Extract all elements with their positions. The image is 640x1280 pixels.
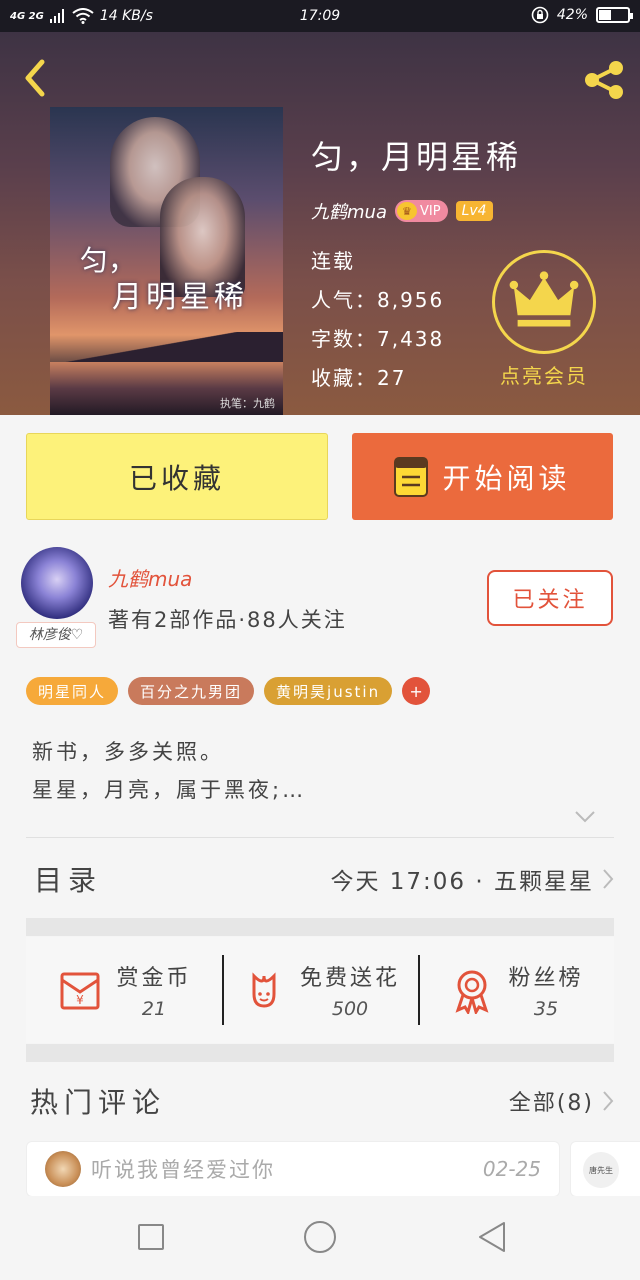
favorites-label: 收藏： — [311, 366, 377, 390]
description-line1: 新书，多多关照。 — [32, 740, 224, 764]
author-row: 九鹤mua ♛ VIP Lv4 — [311, 198, 493, 224]
chevron-down-icon[interactable] — [574, 810, 596, 824]
words-label: 字数： — [311, 327, 377, 351]
flower-icon — [252, 972, 276, 1008]
add-tag-button[interactable]: + — [402, 677, 431, 705]
member-crown-icon[interactable] — [492, 250, 596, 354]
book-title: 匀，月明星稀 — [311, 138, 522, 176]
author-card-name[interactable]: 九鹤mua — [108, 563, 192, 592]
tag-item[interactable]: 百分之九男团 — [128, 677, 255, 705]
avatar-tag: 林彦俊♡ — [16, 622, 96, 648]
author-name[interactable]: 九鹤mua — [311, 198, 387, 224]
tag-item[interactable]: 黄明昊justin — [264, 677, 393, 705]
comment-card[interactable]: 唐先生 — [570, 1141, 640, 1197]
chevron-right-icon — [603, 869, 614, 889]
stat-value: 35 — [533, 998, 559, 1020]
table-of-contents-row[interactable]: 目录 今天 17:06 · 五颗星星 — [26, 840, 614, 918]
level-badge: Lv4 — [455, 201, 493, 221]
back-arrow-icon[interactable] — [18, 54, 54, 102]
stat-value: 500 — [331, 998, 369, 1020]
popularity-label: 人气： — [311, 288, 377, 312]
rotation-lock-icon — [531, 6, 549, 24]
author-card-info: 著有2部作品·88人关注 — [108, 608, 347, 632]
red-envelope-icon: ¥ — [60, 972, 100, 1010]
ribbon-medal-icon — [456, 970, 489, 1014]
battery-icon — [596, 7, 633, 23]
comment-date: 02-25 — [482, 1157, 541, 1181]
system-nav-bar — [0, 1196, 640, 1280]
battery-percent: 42% — [556, 7, 588, 23]
book-header: 匀， 月明星稀 执笔：九鹤 匀，月明星稀 九鹤mua ♛ VIP Lv4 连载 … — [0, 32, 640, 415]
author-avatar[interactable] — [21, 547, 93, 619]
collected-button[interactable]: 已收藏 — [26, 433, 328, 520]
all-comments-label: 全部(8) — [508, 1091, 594, 1116]
section-separator — [26, 918, 614, 936]
toc-latest: 今天 17:06 · 五颗星星 — [330, 862, 614, 896]
book-description: 新书，多多关照。 星星，月亮，属于黑夜;… — [32, 733, 306, 809]
hot-comments-title: 热门评论 — [30, 1086, 167, 1119]
word-count-stat: 字数：7,438 — [311, 323, 444, 352]
stat-value: 21 — [141, 998, 167, 1020]
stat-label: 粉丝榜 — [508, 966, 584, 991]
hot-comments-header: 热门评论 全部(8) — [26, 1068, 614, 1134]
tag-item[interactable]: 明星同人 — [26, 677, 119, 705]
description-line2: 星星，月亮，属于黑夜;… — [32, 778, 307, 802]
toc-title: 目录 — [34, 864, 103, 897]
member-label[interactable]: 点亮会员 — [496, 360, 592, 389]
book-cover[interactable]: 匀， 月明星稀 执笔：九鹤 — [50, 107, 283, 415]
favorites-stat: 收藏：27 — [311, 362, 406, 391]
comment-card[interactable]: 听说我曾经爱过你 02-25 — [26, 1141, 560, 1197]
section-separator — [26, 1044, 614, 1062]
follow-button[interactable]: 已关注 — [487, 570, 613, 626]
commenter-avatar: 唐先生 — [583, 1152, 619, 1188]
commenter-avatar — [45, 1151, 81, 1187]
divider — [26, 837, 614, 838]
stat-label: 赏金币 — [116, 966, 192, 991]
status-bar: 4G 2G 14 KB/s 17:09 42% — [0, 0, 640, 32]
reward-coins[interactable]: ¥ 赏金币 21 — [26, 937, 222, 1043]
stat-label: 免费送花 — [299, 966, 400, 991]
stats-row: ¥ 赏金币 21 免费送花 500 粉丝榜 35 — [26, 937, 614, 1043]
favorites-value: 27 — [377, 366, 407, 390]
cover-credit: 执笔：九鹤 — [220, 397, 275, 410]
serial-status: 连载 — [311, 249, 355, 273]
home-icon[interactable] — [304, 1221, 336, 1253]
start-reading-label: 开始阅读 — [442, 461, 571, 495]
latest-chapter: 今天 17:06 · 五颗星星 — [330, 869, 594, 895]
back-triangle-icon[interactable] — [476, 1220, 508, 1254]
send-flower[interactable]: 免费送花 500 — [222, 937, 418, 1043]
tag-list: 明星同人 百分之九男团 黄明昊justin + — [26, 677, 431, 705]
svg-text:¥: ¥ — [77, 993, 85, 1007]
recent-apps-icon[interactable] — [138, 1224, 164, 1250]
popularity-stat: 人气：8,956 — [311, 284, 444, 313]
all-comments-link[interactable]: 全部(8) — [509, 1085, 614, 1117]
fan-ranking[interactable]: 粉丝榜 35 — [418, 937, 614, 1043]
crown-icon: ♛ — [396, 202, 417, 220]
vip-label: VIP — [419, 203, 441, 219]
cover-title-line2: 月明星稀 — [112, 280, 248, 315]
share-icon[interactable] — [580, 58, 628, 102]
start-reading-button[interactable]: 开始阅读 — [352, 433, 613, 520]
popularity-value: 8,956 — [377, 288, 445, 312]
battery-fill — [599, 10, 611, 20]
chevron-right-icon — [603, 1091, 614, 1111]
words-value: 7,438 — [377, 327, 445, 351]
book-icon — [394, 456, 429, 497]
comment-text: 听说我曾经爱过你 — [91, 1158, 275, 1182]
vip-badge: ♛ VIP — [394, 200, 448, 222]
